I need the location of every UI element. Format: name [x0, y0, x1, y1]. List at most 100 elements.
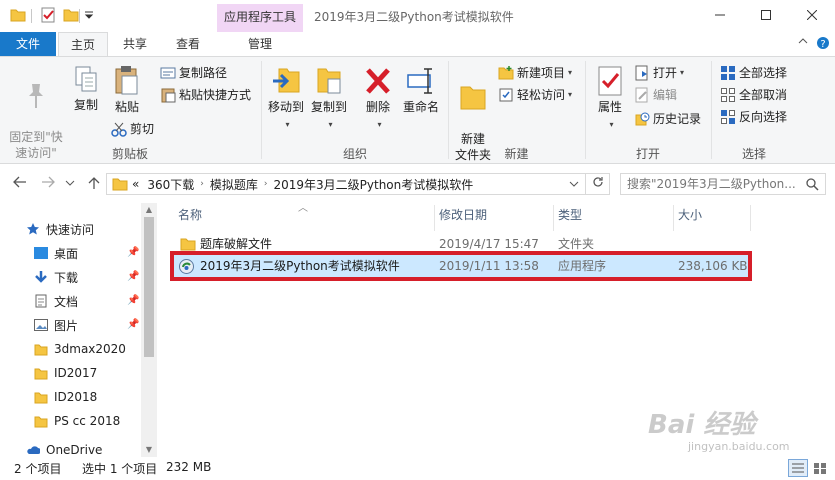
cut-button[interactable]: 剪切	[111, 119, 154, 139]
watermark-url: jingyan.baidu.com	[688, 440, 790, 453]
help-button[interactable]: ?	[815, 36, 831, 52]
scroll-thumb[interactable]	[144, 217, 154, 357]
rename-icon	[407, 68, 432, 94]
chevron-right-icon[interactable]: ›	[264, 179, 268, 189]
maximize-button[interactable]	[743, 0, 789, 30]
easy-access-button[interactable]: 轻松访问 ▾	[498, 85, 572, 105]
column-header-modified[interactable]: 修改日期	[435, 203, 553, 227]
customize-quick-access-icon[interactable]	[84, 7, 94, 23]
delete-button[interactable]: 删除 ▾	[360, 65, 396, 133]
tab-manage[interactable]: 管理	[217, 32, 303, 56]
delete-icon	[366, 68, 390, 94]
history-button[interactable]: 历史记录	[634, 109, 701, 129]
select-all-button[interactable]: 全部选择	[720, 63, 787, 83]
star-icon	[27, 223, 39, 235]
cloud-icon	[27, 446, 40, 454]
folder-icon	[34, 392, 48, 404]
minimize-button[interactable]	[697, 0, 743, 30]
scroll-up-arrow[interactable]: ▲	[141, 203, 157, 217]
ribbon-collapse-button[interactable]	[795, 36, 811, 52]
nav-item-label: ID2018	[54, 390, 98, 404]
tab-view[interactable]: 查看	[164, 32, 212, 56]
ribbon-tabs: 文件 主页 共享 查看 管理 ?	[0, 32, 835, 57]
address-row: « 360下载 › 模拟题库 › 2019年3月二级Python考试模拟软件 搜…	[0, 165, 835, 203]
properties-button[interactable]: 属性 ▾	[590, 65, 630, 133]
breadcrumb-item[interactable]: 模拟题库	[210, 176, 258, 193]
column-header-type[interactable]: 类型	[554, 203, 672, 227]
pin-icon: 📌	[127, 247, 140, 258]
group-label-organize: 组织	[342, 147, 367, 161]
tab-home[interactable]: 主页	[58, 32, 108, 57]
group-label-select: 选择	[741, 147, 766, 161]
forward-button[interactable]	[40, 176, 56, 192]
copy-to-icon	[317, 68, 341, 94]
tab-file[interactable]: 文件	[0, 32, 56, 56]
status-selected-count: 选中 1 个项目	[82, 462, 158, 476]
rename-button[interactable]: 重命名	[400, 65, 442, 115]
nav-item-label: ID2017	[54, 366, 98, 380]
paste-shortcut-icon	[161, 88, 176, 103]
nav-item-label: PS cc 2018	[54, 414, 121, 428]
copy-path-button[interactable]: 复制路径	[160, 63, 227, 83]
copy-path-label: 复制路径	[179, 66, 228, 80]
select-none-button[interactable]: 全部取消	[720, 85, 787, 105]
up-button[interactable]	[86, 176, 102, 192]
pin-icon: 📌	[127, 319, 140, 330]
new-folder-icon[interactable]	[63, 7, 79, 23]
open-icon	[635, 65, 648, 81]
back-button[interactable]	[12, 176, 28, 192]
breadcrumb-overflow[interactable]: «	[132, 177, 139, 191]
search-input[interactable]: 搜索"2019年3月二级Python...	[620, 173, 826, 195]
paste-shortcut-label: 粘贴快捷方式	[179, 88, 252, 102]
large-icons-view-button[interactable]	[810, 459, 830, 477]
select-none-label: 全部取消	[739, 88, 788, 102]
nav-item-label: 下载	[54, 270, 79, 285]
copy-path-icon	[160, 67, 176, 79]
breadcrumb-item[interactable]: 2019年3月二级Python考试模拟软件	[273, 176, 473, 193]
column-divider[interactable]	[750, 205, 751, 231]
move-to-icon	[273, 68, 300, 93]
group-label-open: 打开	[635, 147, 660, 161]
copy-icon	[75, 66, 97, 92]
window-title: 2019年3月二级Python考试模拟软件	[314, 10, 514, 24]
recent-locations-button[interactable]	[64, 176, 76, 192]
ribbon: 固定到"快 速访问" 复制 粘贴 复制路径 粘贴快捷方式 剪切 剪贴板 移动到 …	[0, 56, 835, 164]
move-to-button[interactable]: 移动到 ▾	[265, 65, 307, 133]
delete-label: 删除	[365, 100, 390, 114]
select-all-label: 全部选择	[739, 66, 788, 80]
paste-shortcut-button[interactable]: 粘贴快捷方式	[160, 85, 251, 105]
pin-icon: 📌	[127, 295, 140, 306]
new-item-icon	[498, 66, 514, 80]
address-bar[interactable]: « 360下载 › 模拟题库 › 2019年3月二级Python考试模拟软件	[106, 173, 586, 195]
easy-access-label: 轻松访问	[517, 88, 566, 102]
edit-button[interactable]: 编辑	[634, 85, 677, 105]
context-tab-application-tools[interactable]: 应用程序工具	[217, 4, 303, 32]
new-folder-icon	[460, 86, 486, 110]
close-button[interactable]	[789, 0, 835, 30]
breadcrumb-item[interactable]: 360下载	[147, 176, 194, 193]
edit-label: 编辑	[653, 88, 678, 102]
status-selected-size: 232 MB	[166, 460, 212, 474]
divider	[79, 9, 80, 23]
chevron-down-icon[interactable]	[569, 179, 579, 189]
copy-to-button[interactable]: 复制到 ▾	[307, 65, 351, 133]
properties-icon	[598, 66, 622, 96]
nav-scrollbar[interactable]: ▲ ▼	[141, 203, 157, 457]
scroll-down-arrow[interactable]: ▼	[141, 443, 157, 457]
column-header-size[interactable]: 大小	[674, 203, 750, 227]
details-view-button[interactable]	[788, 459, 808, 477]
tab-share[interactable]: 共享	[112, 32, 158, 56]
chevron-right-icon[interactable]: ›	[200, 179, 204, 189]
invert-selection-label: 反向选择	[739, 110, 788, 124]
new-item-button[interactable]: 新建项目 ▾	[498, 63, 572, 83]
watermark-logo: Bai 经验	[648, 410, 756, 440]
title-bar: 应用程序工具 2019年3月二级Python考试模拟软件	[0, 0, 835, 32]
search-icon	[806, 178, 819, 191]
paste-button[interactable]: 粘贴	[108, 65, 146, 115]
properties-icon[interactable]	[40, 7, 56, 23]
invert-selection-button[interactable]: 反向选择	[720, 107, 787, 127]
refresh-button[interactable]	[586, 173, 610, 195]
column-header-name[interactable]: 名称	[174, 203, 434, 227]
copy-button[interactable]: 复制	[68, 65, 104, 113]
open-button[interactable]: 打开 ▾	[634, 63, 684, 83]
